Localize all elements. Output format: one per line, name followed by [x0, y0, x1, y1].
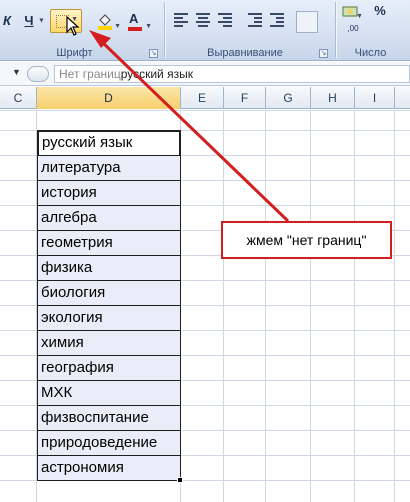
cell-d-7[interactable]: биология	[37, 281, 181, 306]
cell-d-1[interactable]: русский язык	[37, 130, 181, 156]
align-right-icon[interactable]	[218, 13, 234, 27]
font-color-label: А	[129, 11, 139, 26]
chevron-down-icon: ▼	[114, 23, 121, 30]
cell-d-2[interactable]: литература	[37, 156, 181, 181]
annotation-callout: жмем "нет границ"	[221, 221, 392, 259]
formula-ghost-text: Нет границ	[59, 67, 121, 81]
cell-d-6[interactable]: физика	[37, 256, 181, 281]
number-group: ▼ % ,00 Число	[337, 0, 410, 61]
alignment-group-label: Выравнивание	[207, 47, 283, 59]
column-header-e[interactable]: E	[181, 87, 224, 109]
cell-d-5[interactable]: геометрия	[37, 231, 181, 256]
chevron-down-icon[interactable]: ▼	[12, 67, 21, 77]
column-header-f[interactable]: F	[224, 87, 266, 109]
fill-handle[interactable]	[177, 477, 183, 483]
cell-d-14[interactable]: астрономия	[37, 456, 181, 481]
cell-d-12[interactable]: физвоспитание	[37, 406, 181, 431]
accounting-format-button[interactable]: ▼	[339, 0, 365, 22]
cell-d-9[interactable]: химия	[37, 331, 181, 356]
cell-d-8[interactable]: экология	[37, 306, 181, 331]
formula-input[interactable]: Нет границрусский язык	[54, 65, 410, 83]
column-header-d[interactable]: D	[37, 87, 181, 109]
chevron-down-icon: ▼	[145, 23, 152, 30]
increase-indent-icon[interactable]	[270, 13, 286, 27]
decrease-indent-icon[interactable]	[248, 13, 264, 27]
column-header-c[interactable]: C	[0, 87, 37, 109]
ribbon: К Ч ▼ ▼ ▼ А ▼ Шрифт ↘ Выравнивание ↘ ▼ %…	[0, 0, 410, 61]
paint-bucket-icon	[98, 14, 112, 30]
align-left-icon[interactable]	[174, 13, 190, 27]
underline-button[interactable]: Ч	[20, 10, 38, 32]
font-color-button[interactable]: А ▼	[125, 10, 155, 32]
underline-dropdown[interactable]: ▼	[37, 10, 46, 32]
font-color-swatch	[128, 27, 142, 31]
alignment-group: Выравнивание ↘	[166, 0, 334, 61]
merge-cells-button[interactable]	[296, 11, 318, 33]
font-dialog-launcher-icon[interactable]: ↘	[149, 49, 158, 58]
font-group-label: Шрифт	[56, 47, 93, 59]
group-separator	[335, 2, 336, 58]
column-header-g[interactable]: G	[266, 87, 311, 109]
cell-d-4[interactable]: алгебра	[37, 206, 181, 231]
chevron-down-icon: ▼	[38, 17, 45, 25]
align-center-icon[interactable]	[196, 13, 212, 27]
cell-d-10[interactable]: география	[37, 356, 181, 381]
formula-bar: ▼ Нет границрусский язык	[0, 62, 410, 86]
insert-function-button[interactable]	[27, 66, 49, 82]
number-group-label: Число	[354, 47, 387, 59]
alignment-dialog-launcher-icon[interactable]: ↘	[319, 49, 328, 58]
cell-d-11[interactable]: МХК	[37, 381, 181, 406]
percent-button[interactable]: %	[370, 0, 390, 22]
group-separator	[164, 2, 165, 58]
column-header-i[interactable]: I	[355, 87, 395, 109]
font-group: К Ч ▼ ▼ ▼ А ▼ Шрифт ↘	[0, 0, 163, 61]
column-header-h[interactable]: H	[311, 87, 355, 109]
increase-decimal-button[interactable]: ,00	[343, 22, 363, 36]
cell-d-3[interactable]: история	[37, 181, 181, 206]
fill-color-button[interactable]: ▼	[94, 10, 124, 32]
mouse-cursor-icon	[66, 16, 80, 36]
column-header-next[interactable]	[395, 87, 410, 109]
cell-d-13[interactable]: природоведение	[37, 431, 181, 456]
column-headers: C D E F G H I	[0, 87, 410, 109]
formula-value: русский язык	[120, 67, 193, 81]
italic-button[interactable]: К	[0, 10, 16, 32]
